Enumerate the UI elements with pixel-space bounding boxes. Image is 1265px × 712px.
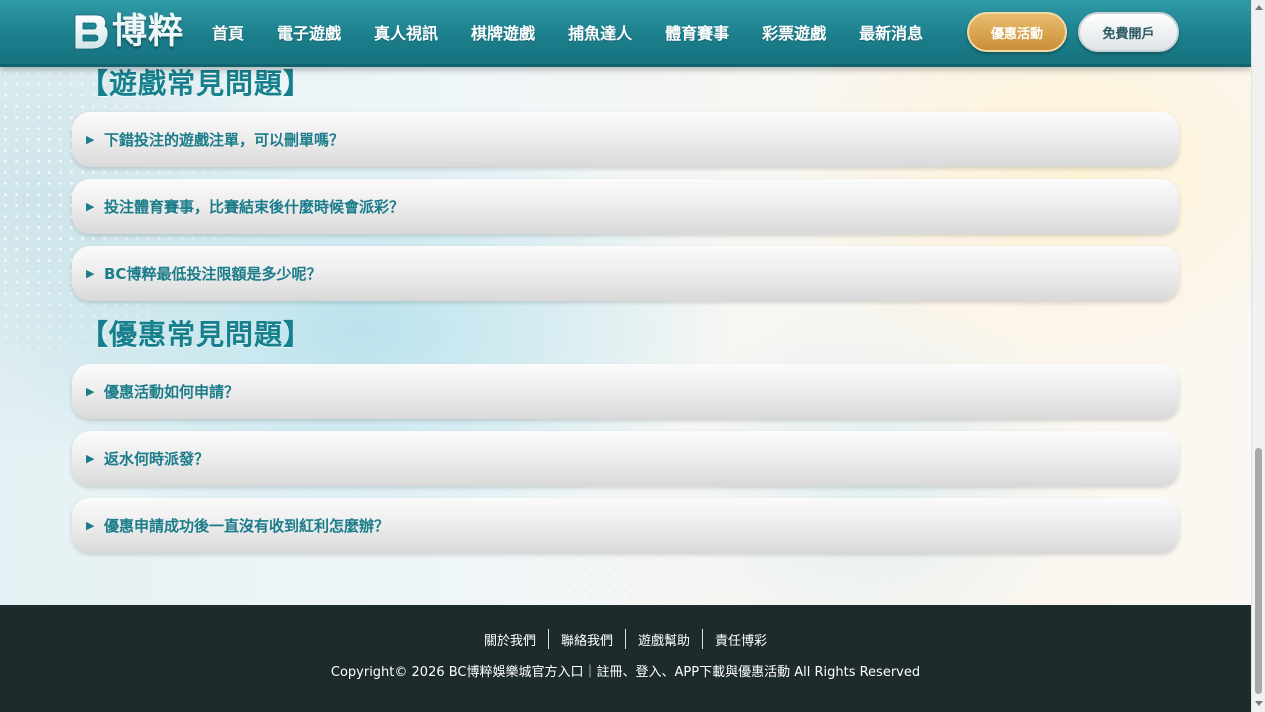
triangle-right-icon: ▶	[86, 452, 95, 465]
scroll-up-icon[interactable]	[1255, 5, 1263, 10]
footer-link-game-help[interactable]: 遊戲幫助	[626, 630, 702, 649]
faq-item[interactable]: ▶ 返水何時派發？	[72, 431, 1179, 486]
open-account-button[interactable]: 免費開戶	[1078, 12, 1179, 52]
nav-item-news[interactable]: 最新消息	[859, 20, 923, 44]
footer-link-contact[interactable]: 聯絡我們	[549, 630, 625, 649]
footer-link-responsible-gaming[interactable]: 責任博彩	[703, 630, 779, 649]
faq-item[interactable]: ▶ BC博粹最低投注限額是多少呢？	[72, 246, 1179, 301]
triangle-right-icon: ▶	[86, 519, 95, 532]
site-logo[interactable]: 博粹	[72, 10, 184, 54]
logo-text: 博粹	[112, 11, 185, 52]
faq-item[interactable]: ▶ 投注體育賽事，比賽結束後什麼時候會派彩？	[72, 179, 1179, 234]
scrollbar-thumb[interactable]	[1255, 448, 1262, 694]
page-scrollbar[interactable]	[1251, 0, 1265, 712]
faq-item[interactable]: ▶ 優惠活動如何申請？	[72, 364, 1179, 419]
faq-question: 投注體育賽事，比賽結束後什麼時候會派彩？	[104, 198, 405, 216]
faq-question: 優惠活動如何申請？	[104, 383, 240, 401]
nav-item-home[interactable]: 首頁	[212, 20, 244, 44]
top-navbar: 博粹 首頁 電子遊戲 真人視訊 棋牌遊戲 捕魚達人 體育賽事 彩票遊戲 最新消息…	[0, 0, 1251, 67]
bc-logo-icon	[72, 12, 110, 52]
triangle-right-icon: ▶	[86, 200, 95, 213]
faq-question: 優惠申請成功後一直沒有收到紅利怎麼辦？	[104, 517, 390, 535]
page: 博粹 首頁 電子遊戲 真人視訊 棋牌遊戲 捕魚達人 體育賽事 彩票遊戲 最新消息…	[0, 0, 1251, 712]
triangle-right-icon: ▶	[86, 385, 95, 398]
nav-item-live-casino[interactable]: 真人視訊	[374, 20, 438, 44]
scroll-down-icon[interactable]	[1255, 701, 1263, 706]
triangle-right-icon: ▶	[86, 133, 95, 146]
site-footer: 關於我們 聯絡我們 遊戲幫助 責任博彩 Copyright© 2026 BC博粹…	[0, 605, 1251, 712]
faq-question: 返水何時派發？	[104, 450, 210, 468]
promotions-button[interactable]: 優惠活動	[967, 12, 1067, 52]
nav-item-sports[interactable]: 體育賽事	[665, 20, 729, 44]
faq-item[interactable]: ▶ 下錯投注的遊戲注單，可以刪單嗎？	[72, 112, 1179, 167]
nav-item-lottery[interactable]: 彩票遊戲	[762, 20, 826, 44]
faq-question: 下錯投注的遊戲注單，可以刪單嗎？	[104, 131, 345, 149]
section-title-game-faq: 【遊戲常見問題】	[80, 67, 313, 100]
footer-link-about[interactable]: 關於我們	[472, 630, 548, 649]
footer-links: 關於我們 聯絡我們 遊戲幫助 責任博彩	[0, 629, 1251, 649]
triangle-right-icon: ▶	[86, 267, 95, 280]
nav-item-slots[interactable]: 電子遊戲	[277, 20, 341, 44]
nav-item-card-games[interactable]: 棋牌遊戲	[471, 20, 535, 44]
main-nav: 首頁 電子遊戲 真人視訊 棋牌遊戲 捕魚達人 體育賽事 彩票遊戲 最新消息	[196, 0, 956, 64]
faq-item[interactable]: ▶ 優惠申請成功後一直沒有收到紅利怎麼辦？	[72, 498, 1179, 553]
copyright-text: Copyright© 2026 BC博粹娛樂城官方入口｜註冊、登入、APP下載與…	[330, 665, 921, 680]
nav-item-fishing[interactable]: 捕魚達人	[568, 20, 632, 44]
section-title-promo-faq: 【優惠常見問題】	[80, 318, 313, 351]
faq-question: BC博粹最低投注限額是多少呢？	[104, 265, 322, 283]
